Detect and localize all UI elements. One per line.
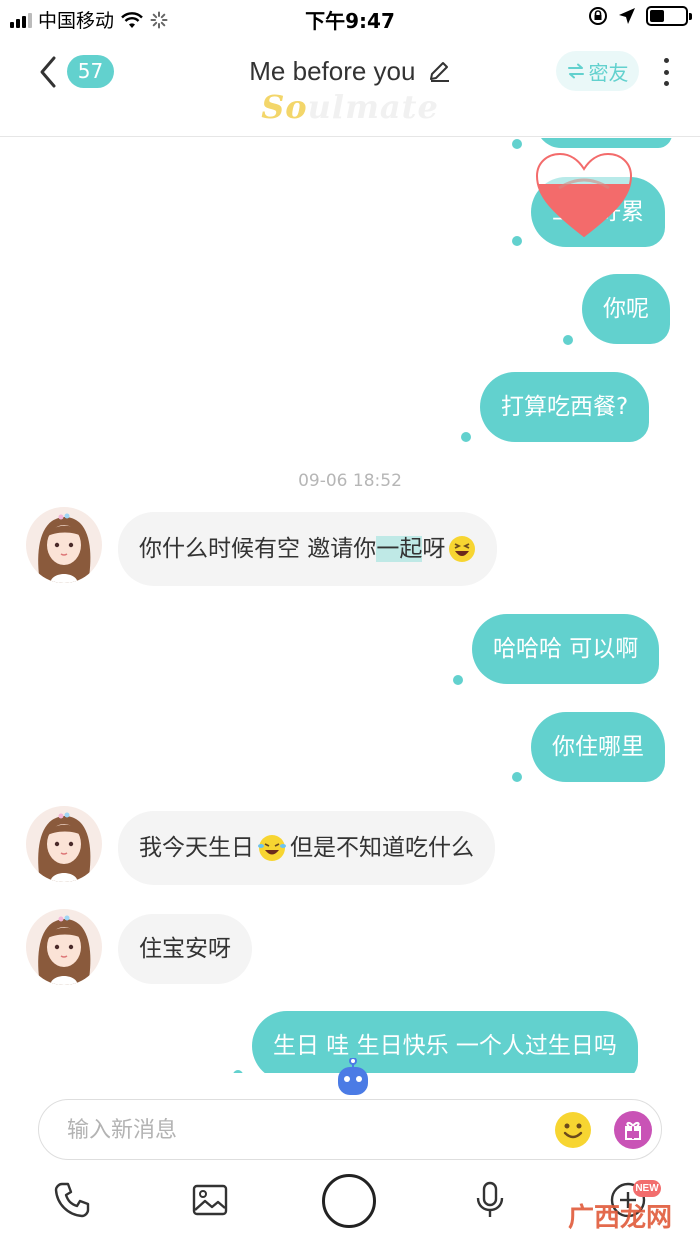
girl-avatar-icon: [38, 513, 91, 583]
message-bubble-outgoing[interactable]: [536, 138, 672, 148]
camera-shutter-button[interactable]: [322, 1174, 376, 1228]
laughing-emoji-icon: [449, 536, 476, 562]
message-text: 生日 哇 生日快乐 一个人过生日吗: [273, 1033, 617, 1059]
message-input[interactable]: [67, 1112, 547, 1148]
message-text-part: 呀: [422, 536, 446, 562]
bubble-tail-dot: [512, 236, 522, 246]
bubble-tail-dot: [233, 1070, 243, 1073]
message-bubble-incoming[interactable]: 我今天生日 但是不知道吃什么: [118, 811, 495, 885]
edit-icon[interactable]: [427, 59, 451, 83]
status-bar: 中国移动 下午9:47: [0, 0, 700, 36]
avatar[interactable]: [26, 909, 102, 985]
location-icon: [619, 8, 635, 24]
message-bubble-outgoing[interactable]: 哈哈哈 可以啊: [472, 614, 660, 684]
bubble-tail-dot: [563, 335, 573, 345]
message-bubble-outgoing[interactable]: 生日 哇 生日快乐 一个人过生日吗: [252, 1011, 638, 1073]
more-options-icon[interactable]: [656, 56, 676, 88]
microphone-icon[interactable]: [470, 1180, 510, 1220]
message-bubble-outgoing[interactable]: 你住哪里: [531, 712, 665, 782]
message-input-bar: [38, 1099, 662, 1160]
bubble-tail-dot: [461, 432, 471, 442]
battery-icon: [646, 6, 692, 26]
message-text: 打算吃西餐?: [501, 394, 629, 420]
girl-avatar-icon: [38, 915, 91, 985]
close-friend-label: 密友: [588, 60, 629, 85]
chat-header: 57 Me before you Soulmate 密友: [0, 36, 700, 137]
message-text-part: 但是不知道吃什么: [290, 835, 474, 861]
logo-part-rest: ulmate: [307, 88, 439, 126]
avatar[interactable]: [26, 507, 102, 583]
chat-title-text: Me before you: [249, 56, 416, 86]
message-text: 你呢: [603, 296, 649, 322]
new-badge: NEW: [633, 1180, 661, 1197]
message-text: 你住哪里: [552, 734, 644, 760]
phone-icon[interactable]: [52, 1180, 92, 1220]
message-bubble-outgoing[interactable]: 打算吃西餐?: [480, 372, 650, 442]
bubble-tail-dot: [512, 139, 522, 149]
status-right: [588, 6, 692, 26]
heart-icon[interactable]: [535, 152, 633, 238]
logo-part-so: So: [261, 88, 308, 126]
message-text-part: 我今天生日: [139, 835, 254, 861]
message-timestamp: 09-06 18:52: [298, 471, 402, 491]
message-bubble-outgoing[interactable]: 你呢: [582, 274, 670, 344]
gift-button[interactable]: [614, 1111, 652, 1149]
rofl-emoji-icon: [258, 835, 286, 861]
chat-message-list[interactable]: 工作好累 你呢 打算吃西餐? 09-06 18:52 你什么时候有空 邀请你一起…: [0, 138, 700, 1073]
message-bubble-incoming[interactable]: 住宝安呀: [118, 914, 252, 984]
girl-avatar-icon: [38, 812, 91, 882]
close-friend-button[interactable]: 密友: [556, 51, 639, 91]
message-text: 你什么时候有空 邀请你一起呀: [139, 534, 445, 564]
bubble-tail-dot: [512, 772, 522, 782]
highlighted-text: 一起: [376, 536, 423, 562]
bubble-tail-dot: [453, 675, 463, 685]
message-text: 住宝安呀: [139, 936, 231, 962]
emoji-button-icon[interactable]: [554, 1111, 592, 1149]
message-text: 哈哈哈 可以啊: [493, 636, 639, 662]
message-text-part: 你什么时候有空 邀请你: [139, 536, 377, 562]
rotation-lock-icon: [589, 7, 607, 25]
image-icon[interactable]: [190, 1180, 230, 1220]
swap-icon: [567, 63, 584, 79]
robot-assistant-icon[interactable]: [334, 1058, 372, 1098]
message-bubble-incoming[interactable]: 你什么时候有空 邀请你一起呀: [118, 512, 498, 586]
avatar[interactable]: [26, 806, 102, 882]
soulmate-logo: Soulmate: [0, 88, 700, 126]
watermark: 广西龙网: [568, 1203, 673, 1233]
gift-icon: [625, 1121, 641, 1140]
